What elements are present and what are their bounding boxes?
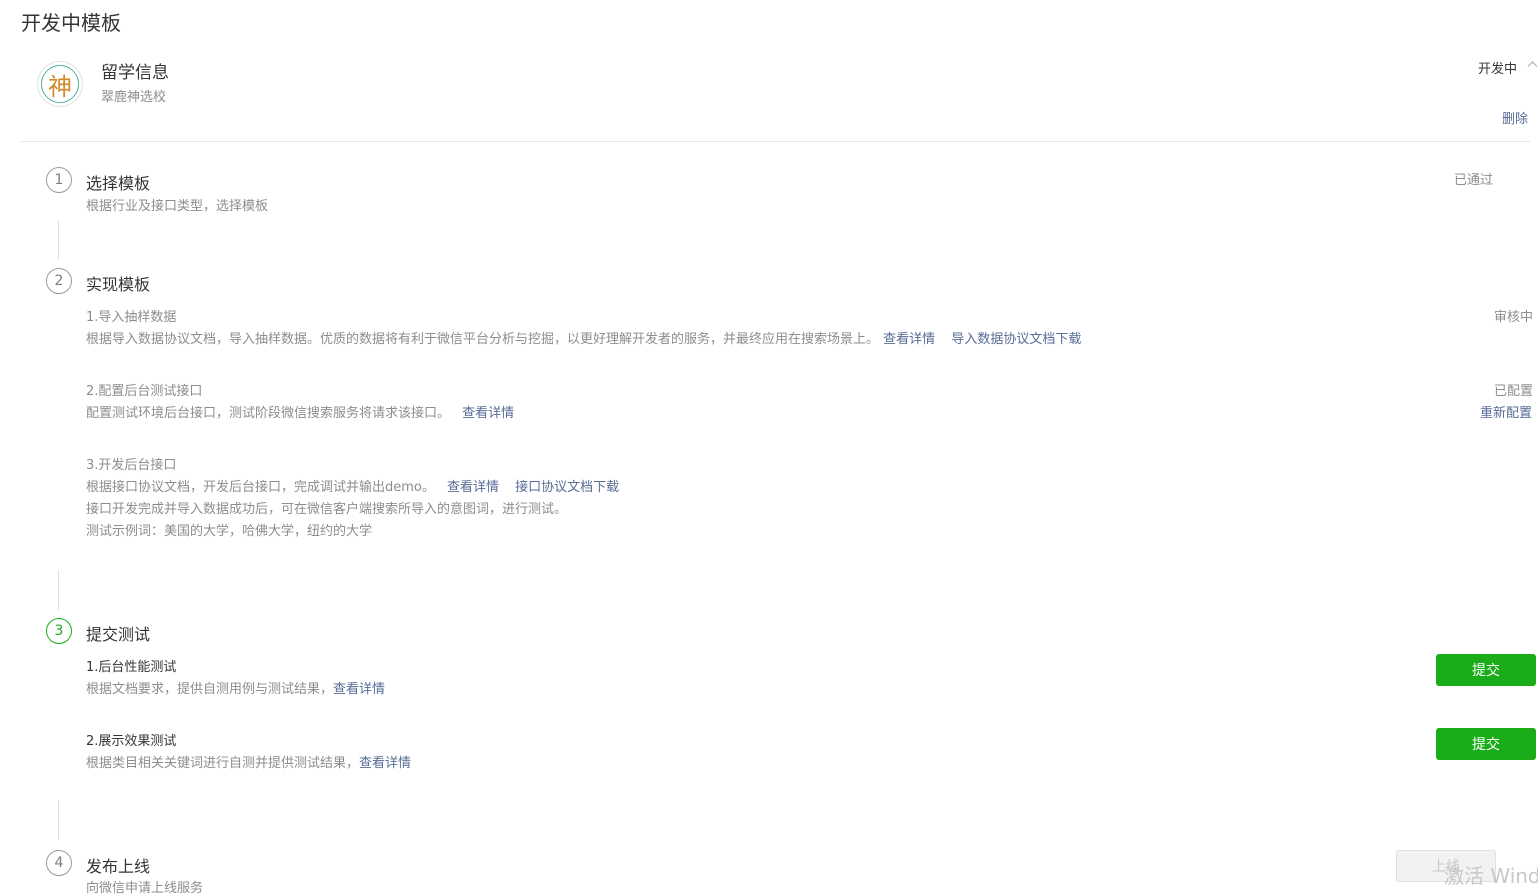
step-1-number: 1: [46, 167, 72, 193]
step-2-sub-2-title: 2.配置后台测试接口: [86, 384, 203, 399]
view-details-link[interactable]: 查看详情: [333, 682, 385, 697]
step-2-sub-1-title: 1.导入抽样数据: [86, 310, 177, 325]
step-2-number: 2: [46, 268, 72, 294]
page-title: 开发中模板: [21, 11, 121, 35]
step-2-sub-1-status: 审核中: [1494, 310, 1534, 325]
step-4-title: 发布上线: [86, 857, 151, 876]
step-2-sub-2-status: 已配置: [1494, 384, 1534, 399]
app-name: 留学信息: [101, 63, 169, 83]
step-2-sub-3-line2: 接口开发完成并导入数据成功后，可在微信客户端搜索所导入的意图词，进行测试。: [86, 502, 568, 517]
import-data-doc-download-link[interactable]: 导入数据协议文档下载: [951, 332, 1081, 347]
step-2-sub-2-desc-text: 配置测试环境后台接口，测试阶段微信搜索服务将请求该接口。: [86, 406, 451, 421]
step-3-number: 3: [46, 618, 72, 644]
step-connector: [58, 570, 59, 610]
view-details-link[interactable]: 查看详情: [359, 756, 411, 771]
step-3-sub-1-desc-text: 根据文档要求，提供自测用例与测试结果，: [86, 682, 334, 697]
step-connector: [58, 220, 59, 260]
interface-doc-download-link[interactable]: 接口协议文档下载: [515, 480, 619, 495]
step-2-sub-3-title: 3.开发后台接口: [86, 458, 177, 473]
windows-activation-watermark: 激活 Wind: [1444, 864, 1538, 888]
step-1-desc: 根据行业及接口类型，选择模板: [86, 199, 269, 214]
step-2-sub-1-desc-text: 根据导入数据协议文档，导入抽样数据。优质的数据将有利于微信平台分析与挖掘，以更好…: [86, 332, 880, 347]
submit-performance-test-button[interactable]: 提交: [1436, 654, 1536, 686]
step-2-sub-2-desc: 配置测试环境后台接口，测试阶段微信搜索服务将请求该接口。 查看详情: [86, 402, 514, 421]
step-3-title: 提交测试: [86, 625, 151, 644]
step-3-sub-2-title: 2.展示效果测试: [86, 734, 177, 749]
step-2-sub-3-desc: 根据接口协议文档，开发后台接口，完成调试并输出demo。 查看详情 接口协议文档…: [86, 476, 619, 495]
step-connector: [58, 800, 59, 840]
app-subtitle: 翠鹿神选校: [101, 90, 167, 105]
step-2-sub-1-desc: 根据导入数据协议文档，导入抽样数据。优质的数据将有利于微信平台分析与挖掘，以更好…: [86, 328, 1081, 347]
view-details-link[interactable]: 查看详情: [883, 332, 935, 347]
step-1-status: 已通过: [1454, 173, 1494, 188]
step-1-title: 选择模板: [86, 174, 151, 193]
step-2-sub-3-line3: 测试示例词：美国的大学，哈佛大学，纽约的大学: [86, 524, 373, 539]
submit-display-test-button[interactable]: 提交: [1436, 728, 1536, 760]
step-4-desc: 向微信申请上线服务: [86, 881, 204, 896]
app-logo-glyph: 神: [41, 65, 79, 103]
step-3-sub-2-desc: 根据类目相关关键词进行自测并提供测试结果，查看详情: [86, 752, 411, 771]
step-3-sub-1-title: 1.后台性能测试: [86, 660, 177, 675]
delete-link[interactable]: 删除: [1502, 108, 1528, 127]
chevron-up-icon[interactable]: [1527, 57, 1538, 71]
step-2-title: 实现模板: [86, 275, 151, 294]
reconfigure-link[interactable]: 重新配置: [1480, 402, 1532, 421]
view-details-link[interactable]: 查看详情: [462, 406, 514, 421]
app-state: 开发中: [1478, 62, 1518, 77]
header-divider: [21, 141, 1530, 142]
step-3-sub-1-desc: 根据文档要求，提供自测用例与测试结果，查看详情: [86, 678, 385, 697]
step-3-sub-2-desc-text: 根据类目相关关键词进行自测并提供测试结果，: [86, 756, 360, 771]
view-details-link[interactable]: 查看详情: [447, 480, 499, 495]
step-2-sub-3-desc-text: 根据接口协议文档，开发后台接口，完成调试并输出demo。: [86, 480, 435, 495]
step-4-number: 4: [46, 850, 72, 876]
app-logo: 神: [37, 61, 83, 107]
